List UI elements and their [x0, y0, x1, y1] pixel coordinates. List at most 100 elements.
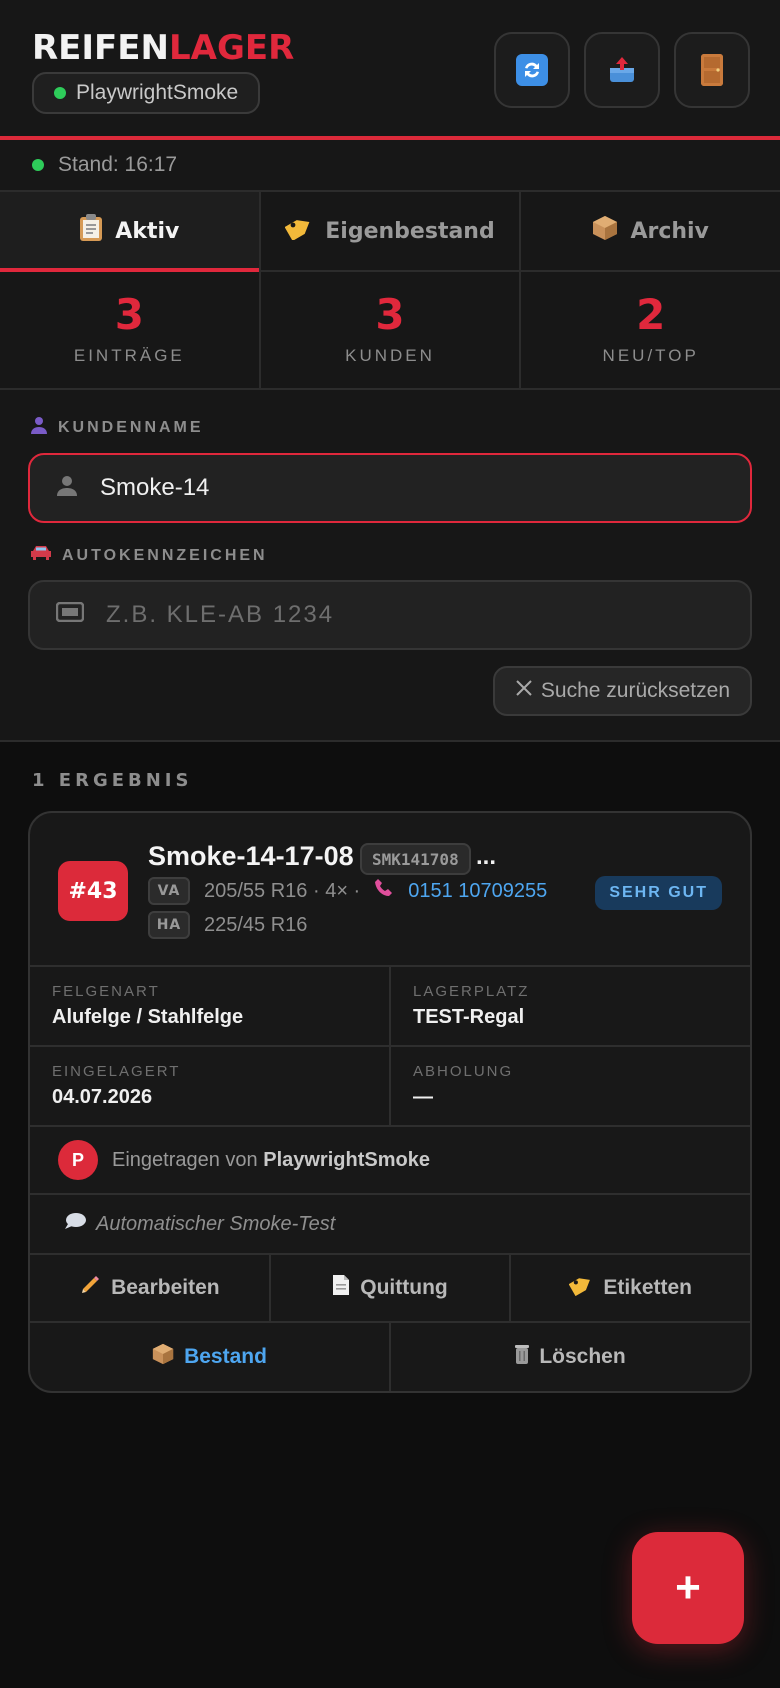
tab-eigenbestand-label: Eigenbestand: [325, 218, 495, 244]
user-icon: [56, 474, 78, 503]
tab-aktiv-label: Aktiv: [115, 218, 180, 244]
pickup-value: —: [413, 1086, 433, 1108]
user-chip: PlaywrightSmoke: [32, 72, 261, 114]
delete-button[interactable]: Löschen: [391, 1323, 750, 1391]
stat-new-top-label: NEU/TOP: [602, 346, 699, 365]
brand-logo: REIFENLAGER: [32, 28, 294, 68]
speech-bubble-icon: [64, 1212, 86, 1236]
rear-tire-size: 225/45 R16: [204, 913, 308, 936]
label-tag-icon: [568, 1274, 593, 1302]
tab-eigenbestand[interactable]: Eigenbestand: [261, 192, 522, 270]
stored-value: 04.07.2026: [52, 1086, 153, 1108]
app-header: REIFENLAGER PlaywrightSmoke: [0, 0, 780, 140]
reset-search-label: Suche zurücksetzen: [540, 679, 730, 702]
stat-entries: 3 EINTRÄGE: [0, 272, 261, 388]
author-text: Eingetragen von PlaywrightSmoke: [112, 1149, 430, 1172]
phone-icon: [374, 878, 394, 904]
add-entry-button[interactable]: +: [632, 1532, 744, 1644]
tab-bar: Aktiv Eigenbestand Archiv: [0, 192, 780, 272]
license-plate-icon: [55, 601, 85, 629]
tab-archiv-label: Archiv: [630, 218, 709, 244]
door-icon: [701, 54, 723, 86]
outbox-icon: [606, 54, 638, 86]
entry-name: Smoke-14-17-08: [148, 841, 354, 871]
action-row-2: Bestand Löschen: [30, 1323, 750, 1391]
plate-field[interactable]: [28, 580, 752, 650]
trash-icon: [515, 1344, 530, 1370]
author-row: P Eingetragen von PlaywrightSmoke: [30, 1127, 750, 1195]
front-axle-row: VA 205/55 R16 · 4× · 0151 10709255: [148, 877, 547, 905]
brand-part-2: LAGER: [168, 28, 295, 68]
details-row-2: EINGELAGERT 04.07.2026 ABHOLUNG —: [30, 1047, 750, 1127]
edit-button[interactable]: Bearbeiten: [30, 1255, 271, 1321]
receipt-button[interactable]: Quittung: [271, 1255, 512, 1321]
tab-archiv[interactable]: Archiv: [521, 192, 780, 270]
online-dot-icon: [54, 87, 66, 99]
stats-bar: 3 EINTRÄGE 3 KUNDEN 2 NEU/TOP: [0, 272, 780, 390]
plate-input[interactable]: [106, 601, 666, 629]
delete-label: Löschen: [539, 1345, 626, 1368]
storage-cell: LAGERPLATZ TEST-Regal: [391, 967, 750, 1045]
export-button[interactable]: [584, 32, 660, 108]
labels-button[interactable]: Etiketten: [511, 1255, 750, 1321]
search-panel: KUNDENNAME AUTOKENNZEICHEN: [0, 390, 780, 742]
customer-name-input[interactable]: [100, 474, 660, 502]
rim-cell: FELGENART Alufelge / Stahlfelge: [30, 967, 391, 1045]
customer-field-label: KUNDENNAME: [30, 416, 752, 439]
refresh-button[interactable]: [494, 32, 570, 108]
details-row-1: FELGENART Alufelge / Stahlfelge LAGERPLA…: [30, 967, 750, 1047]
logout-button[interactable]: [674, 32, 750, 108]
clipboard-icon: [79, 214, 103, 248]
edit-label: Bearbeiten: [111, 1276, 220, 1299]
stock-box-icon: [152, 1343, 174, 1371]
document-icon: [332, 1274, 350, 1302]
stat-new-top: 2 NEU/TOP: [521, 272, 780, 388]
phone-link[interactable]: 0151 10709255: [408, 880, 547, 903]
stat-entries-label: EINTRÄGE: [73, 346, 185, 365]
stat-new-top-value: 2: [636, 290, 666, 339]
rear-axle-tag: HA: [148, 911, 190, 939]
stock-label: Bestand: [184, 1345, 267, 1368]
box-icon: [592, 215, 618, 247]
result-card[interactable]: #43 Smoke-14-17-08 SMK141708 ... VA 205/…: [28, 811, 752, 1393]
brand-part-1: REIFEN: [32, 28, 169, 68]
refresh-icon: [516, 54, 548, 86]
rear-axle-row: HA 225/45 R16: [148, 911, 307, 939]
stat-entries-value: 3: [114, 290, 144, 339]
card-header: #43 Smoke-14-17-08 SMK141708 ... VA 205/…: [30, 813, 750, 967]
customer-name-field[interactable]: [28, 453, 752, 523]
entry-code-ellipsis: ...: [476, 843, 497, 870]
pencil-icon: [79, 1274, 101, 1302]
car-icon: [30, 545, 52, 566]
pickup-label: ABHOLUNG: [413, 1063, 514, 1080]
tag-icon: [284, 216, 313, 246]
plate-label-text: AUTOKENNZEICHEN: [62, 546, 268, 564]
front-tire-size: 205/55 R16 · 4× ·: [204, 879, 361, 902]
pickup-cell: ABHOLUNG —: [391, 1047, 750, 1125]
labels-label: Etiketten: [603, 1276, 693, 1299]
status-text: Stand: 16:17: [58, 153, 178, 176]
storage-label: LAGERPLATZ: [413, 983, 530, 1000]
reset-search-button[interactable]: Suche zurücksetzen: [492, 666, 752, 716]
status-dot-icon: [32, 159, 44, 171]
note-text: Automatischer Smoke-Test: [96, 1212, 336, 1235]
tab-aktiv[interactable]: Aktiv: [0, 192, 261, 272]
author-avatar: P: [58, 1140, 98, 1180]
person-icon: [30, 416, 48, 439]
storage-value: TEST-Regal: [413, 1006, 525, 1028]
stat-customers-label: KUNDEN: [345, 346, 435, 365]
note-row: Automatischer Smoke-Test: [30, 1195, 750, 1255]
author-name: PlaywrightSmoke: [263, 1148, 430, 1171]
entry-number-badge: #43: [58, 861, 128, 921]
entry-code: SMK141708: [360, 843, 471, 875]
receipt-label: Quittung: [360, 1276, 448, 1299]
stat-customers-value: 3: [375, 290, 405, 339]
app-root: REIFENLAGER PlaywrightSmoke Stand: 16:17: [0, 0, 780, 1688]
user-name: PlaywrightSmoke: [76, 81, 239, 104]
stock-button[interactable]: Bestand: [30, 1323, 391, 1391]
plate-field-label: AUTOKENNZEICHEN: [30, 545, 752, 566]
rim-label: FELGENART: [52, 983, 160, 1000]
stored-label: EINGELAGERT: [52, 1063, 181, 1080]
results-count: 1 ERGEBNIS: [32, 770, 193, 791]
reset-row: Suche zurücksetzen: [28, 666, 752, 716]
